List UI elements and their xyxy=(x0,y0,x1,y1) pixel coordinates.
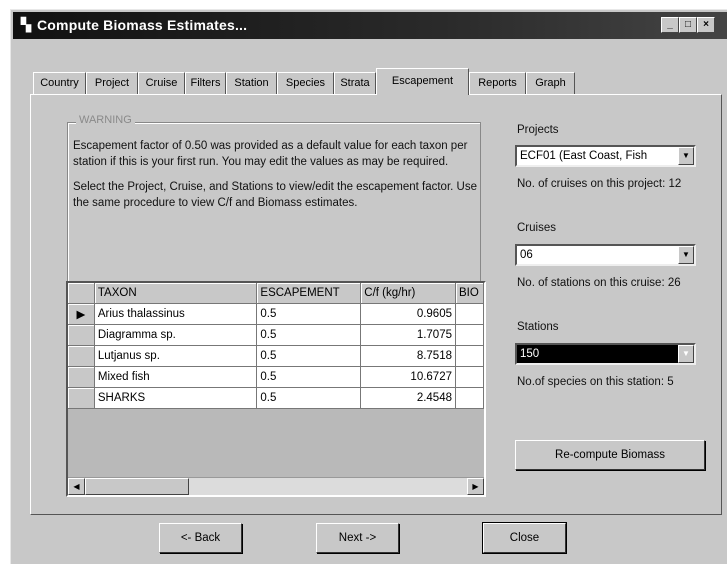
current-row-indicator-icon[interactable]: ▶ xyxy=(68,303,95,325)
chevron-down-icon[interactable]: ▼ xyxy=(678,147,694,165)
cell-escapement[interactable]: 0.5 xyxy=(256,324,362,346)
title-bar[interactable]: ▚ Compute Biomass Estimates... _ □ × xyxy=(13,12,727,39)
row-selector[interactable] xyxy=(68,387,95,409)
cell-taxon[interactable]: Diagramma sp. xyxy=(94,324,258,346)
cell-biomass[interactable] xyxy=(455,387,484,409)
tab-graph[interactable]: Graph xyxy=(526,72,575,94)
escapement-panel: WARNING Escapement factor of 0.50 was pr… xyxy=(30,94,722,515)
tab-project[interactable]: Project xyxy=(86,72,138,94)
warning-text: Escapement factor of 0.50 was provided a… xyxy=(73,138,478,220)
close-window-button[interactable]: × xyxy=(697,17,715,33)
scroll-left-icon[interactable]: ◀ xyxy=(68,478,85,495)
warning-paragraph-2: Select the Project, Cruise, and Stations… xyxy=(73,181,477,209)
horizontal-scrollbar[interactable]: ◀ ▶ xyxy=(68,477,484,495)
maximize-button[interactable]: □ xyxy=(679,17,697,33)
projects-label: Projects xyxy=(517,124,559,136)
table-row[interactable]: ▶ Arius thalassinus 0.5 0.9605 xyxy=(68,303,484,325)
warning-paragraph-1: Escapement factor of 0.50 was provided a… xyxy=(73,140,468,168)
table-row[interactable]: SHARKS 0.5 2.4548 xyxy=(68,387,484,409)
grid-table: TAXON ESCAPEMENT C/f (kg/hr) BIO ▶ Arius… xyxy=(68,283,484,409)
back-button[interactable]: <- Back xyxy=(159,523,242,553)
compute-biomass-window: ▚ Compute Biomass Estimates... _ □ × Cou… xyxy=(10,9,727,564)
tab-escapement[interactable]: Escapement xyxy=(376,68,469,95)
project-select[interactable]: ECF01 (East Coast, Fish ▼ xyxy=(515,145,696,167)
cell-taxon[interactable]: SHARKS xyxy=(94,387,258,409)
cell-taxon[interactable]: Lutjanus sp. xyxy=(94,345,258,367)
column-header-cf[interactable]: C/f (kg/hr) xyxy=(360,283,456,304)
column-header-biomass[interactable]: BIO xyxy=(455,283,484,304)
tab-country[interactable]: Country xyxy=(33,72,86,94)
tab-strata[interactable]: Strata xyxy=(334,72,376,94)
table-row[interactable]: Lutjanus sp. 0.5 8.7518 xyxy=(68,345,484,367)
table-row[interactable]: Mixed fish 0.5 10.6727 xyxy=(68,366,484,388)
table-row[interactable]: Diagramma sp. 0.5 1.7075 xyxy=(68,324,484,346)
stations-on-cruise-count: No. of stations on this cruise: 26 xyxy=(517,277,681,289)
column-header-taxon[interactable]: TAXON xyxy=(94,283,258,304)
cruises-label: Cruises xyxy=(517,222,556,234)
window-title: Compute Biomass Estimates... xyxy=(37,17,248,33)
scroll-thumb[interactable] xyxy=(85,478,189,495)
column-header-escapement[interactable]: ESCAPEMENT xyxy=(256,283,362,304)
cell-escapement[interactable]: 0.5 xyxy=(256,303,362,325)
tab-reports[interactable]: Reports xyxy=(469,72,526,94)
warning-label: WARNING xyxy=(76,114,135,126)
tab-station[interactable]: Station xyxy=(226,72,277,94)
grid-header-row: TAXON ESCAPEMENT C/f (kg/hr) BIO xyxy=(68,283,484,304)
cell-cf[interactable]: 8.7518 xyxy=(360,345,456,367)
cell-cf[interactable]: 1.7075 xyxy=(360,324,456,346)
cell-biomass[interactable] xyxy=(455,324,484,346)
cell-taxon[interactable]: Arius thalassinus xyxy=(94,303,258,325)
cell-biomass[interactable] xyxy=(455,345,484,367)
row-selector[interactable] xyxy=(68,345,95,367)
escapement-grid[interactable]: TAXON ESCAPEMENT C/f (kg/hr) BIO ▶ Arius… xyxy=(66,281,486,497)
cruise-select[interactable]: 06 ▼ xyxy=(515,244,696,266)
cell-cf[interactable]: 10.6727 xyxy=(360,366,456,388)
next-button[interactable]: Next -> xyxy=(316,523,399,553)
station-select[interactable]: 150 ▼ xyxy=(515,343,696,365)
recompute-biomass-button[interactable]: Re-compute Biomass xyxy=(515,440,705,470)
cell-biomass[interactable] xyxy=(455,366,484,388)
tab-species[interactable]: Species xyxy=(277,72,334,94)
stations-label: Stations xyxy=(517,321,559,333)
project-select-value: ECF01 (East Coast, Fish xyxy=(520,150,648,162)
app-icon: ▚ xyxy=(21,17,31,32)
row-selector[interactable] xyxy=(68,324,95,346)
minimize-button[interactable]: _ xyxy=(661,17,679,33)
row-selector-header xyxy=(68,283,95,304)
cell-biomass[interactable] xyxy=(455,303,484,325)
cell-escapement[interactable]: 0.5 xyxy=(256,345,362,367)
cell-escapement[interactable]: 0.5 xyxy=(256,387,362,409)
cell-escapement[interactable]: 0.5 xyxy=(256,366,362,388)
chevron-down-icon[interactable]: ▼ xyxy=(678,246,694,264)
cell-cf[interactable]: 0.9605 xyxy=(360,303,456,325)
species-on-station-count: No.of species on this station: 5 xyxy=(517,376,674,388)
tab-filters[interactable]: Filters xyxy=(185,72,226,94)
cell-cf[interactable]: 2.4548 xyxy=(360,387,456,409)
tab-cruise[interactable]: Cruise xyxy=(138,72,185,94)
row-selector[interactable] xyxy=(68,366,95,388)
cruise-select-value: 06 xyxy=(520,249,533,261)
close-button[interactable]: Close xyxy=(482,522,567,554)
cruises-on-project-count: No. of cruises on this project: 12 xyxy=(517,178,682,190)
station-select-value: 150 xyxy=(520,348,540,360)
scroll-right-icon[interactable]: ▶ xyxy=(467,478,484,495)
chevron-down-icon[interactable]: ▼ xyxy=(678,345,694,363)
cell-taxon[interactable]: Mixed fish xyxy=(94,366,258,388)
